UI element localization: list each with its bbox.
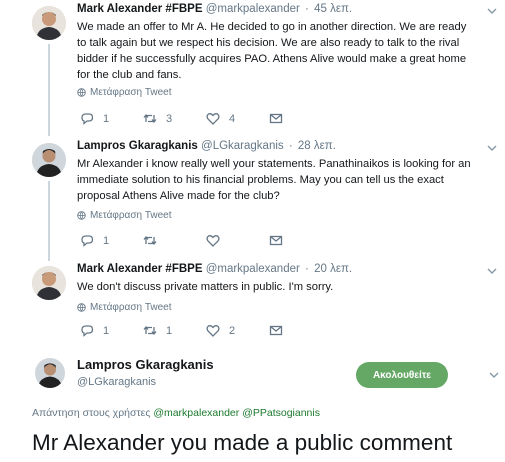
- separator: ·: [288, 140, 293, 152]
- action-bar: 1 3 4: [80, 112, 332, 125]
- globe-icon: [77, 88, 86, 97]
- author-handle[interactable]: @markpalexander: [206, 3, 300, 15]
- retweet-button[interactable]: [143, 234, 206, 247]
- reply-context: Απάντηση στους χρήστες @markpalexander @…: [32, 407, 320, 419]
- like-icon: [206, 325, 220, 337]
- reply-button[interactable]: 1: [80, 112, 143, 125]
- tweet-header: Mark Alexander #FBPE @markpalexander · 2…: [77, 263, 352, 275]
- mail-icon: [269, 113, 283, 124]
- reply-icon: [81, 113, 94, 125]
- chevron-down-icon[interactable]: [487, 6, 497, 16]
- retweet-icon: [143, 235, 157, 246]
- reply-count: 1: [103, 234, 110, 247]
- reply-button[interactable]: 1: [80, 234, 143, 247]
- separator: ·: [305, 3, 309, 15]
- reply-button[interactable]: 1: [80, 324, 143, 337]
- separator: ·: [305, 263, 309, 275]
- timestamp[interactable]: 28 λεπ.: [298, 140, 336, 152]
- author-name[interactable]: Mark Alexander #FBPE: [77, 263, 202, 275]
- author-name[interactable]: Lampros Gkaragkanis: [77, 357, 214, 372]
- mention-link[interactable]: @markpalexander: [153, 407, 239, 419]
- avatar[interactable]: [35, 358, 65, 388]
- direct-message-button[interactable]: [269, 324, 332, 337]
- like-icon: [206, 113, 220, 125]
- mention-link[interactable]: @PPatsogiannis: [242, 407, 320, 419]
- translate-label: Μετάφραση Tweet: [90, 87, 172, 98]
- reply-count: 1: [103, 324, 110, 337]
- avatar[interactable]: [32, 266, 66, 300]
- like-count: 4: [229, 112, 236, 125]
- direct-message-button[interactable]: [269, 234, 332, 247]
- following-button[interactable]: Ακολουθείτε: [356, 362, 448, 388]
- like-icon: [206, 235, 220, 247]
- tweet-header: Lampros Gkaragkanis @LGkaragkanis · 28 λ…: [77, 140, 336, 152]
- action-bar: 1: [80, 234, 332, 247]
- timestamp[interactable]: 45 λεπ.: [314, 3, 352, 15]
- like-count: 2: [229, 324, 236, 337]
- like-button[interactable]: 2: [206, 324, 269, 337]
- globe-icon: [77, 211, 86, 220]
- tweet-text: We don't discuss private matters in publ…: [77, 281, 334, 293]
- chevron-down-icon[interactable]: [489, 370, 499, 380]
- thread-line: [48, 44, 50, 136]
- translate-label: Μετάφραση Tweet: [90, 210, 172, 221]
- direct-message-button[interactable]: [269, 112, 332, 125]
- author-handle[interactable]: @LGkaragkanis: [201, 140, 284, 152]
- author-name[interactable]: Lampros Gkaragkanis: [77, 140, 198, 152]
- focused-tweet-text: Mr Alexander you made a public comment: [32, 430, 453, 455]
- retweet-button[interactable]: 1: [143, 324, 206, 337]
- retweet-icon: [143, 325, 157, 336]
- tweet-text: Mr Alexander i know really well your sta…: [77, 158, 471, 202]
- retweet-count: 1: [166, 324, 173, 337]
- retweet-button[interactable]: 3: [143, 112, 206, 125]
- author-name[interactable]: Mark Alexander #FBPE: [77, 3, 202, 15]
- thread-line: [48, 181, 50, 261]
- reply-icon: [81, 235, 94, 247]
- reply-count: 1: [103, 112, 110, 125]
- focused-tweet-header: Lampros Gkaragkanis @LGkaragkanis Ακολου…: [0, 352, 505, 396]
- author-handle[interactable]: @markpalexander: [206, 263, 300, 275]
- chevron-down-icon[interactable]: [487, 143, 497, 153]
- reply-prefix: Απάντηση στους χρήστες: [32, 407, 151, 419]
- mail-icon: [269, 235, 283, 246]
- tweet-header: Mark Alexander #FBPE @markpalexander · 4…: [77, 3, 352, 15]
- translate-link[interactable]: Μετάφραση Tweet: [77, 302, 172, 313]
- globe-icon: [77, 303, 86, 312]
- tweet-text: We made an offer to Mr A. He decided to …: [77, 21, 467, 81]
- reply-icon: [81, 325, 94, 337]
- retweet-count: 3: [166, 112, 173, 125]
- chevron-down-icon[interactable]: [487, 266, 497, 276]
- translate-link[interactable]: Μετάφραση Tweet: [77, 210, 172, 221]
- mail-icon: [269, 325, 283, 336]
- like-button[interactable]: 4: [206, 112, 269, 125]
- like-button[interactable]: [206, 234, 269, 247]
- avatar[interactable]: [32, 6, 66, 40]
- translate-label: Μετάφραση Tweet: [90, 302, 172, 313]
- avatar[interactable]: [32, 143, 66, 177]
- timestamp[interactable]: 20 λεπ.: [314, 263, 352, 275]
- retweet-icon: [143, 113, 157, 124]
- action-bar: 1 1 2: [80, 324, 332, 337]
- translate-link[interactable]: Μετάφραση Tweet: [77, 87, 172, 98]
- author-handle[interactable]: @LGkaragkanis: [77, 376, 156, 388]
